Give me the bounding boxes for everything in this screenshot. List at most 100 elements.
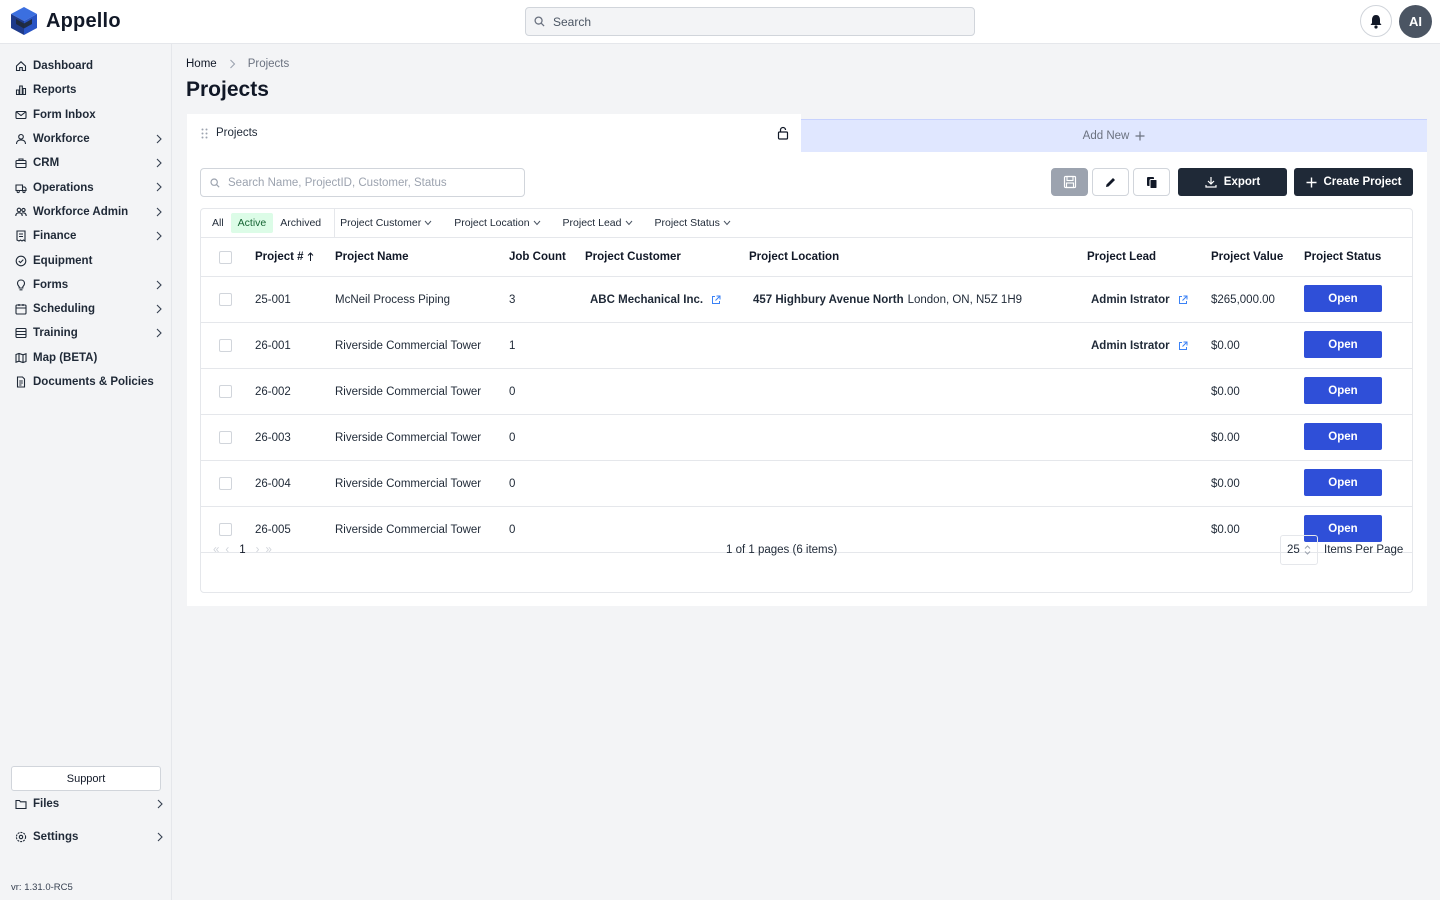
- filter-project-lead[interactable]: Project Lead: [563, 217, 633, 229]
- cell-project-customer[interactable]: ABC Mechanical Inc.: [590, 277, 721, 322]
- status-open-button[interactable]: Open: [1304, 377, 1382, 404]
- sidebar-item-crm[interactable]: CRM: [0, 151, 171, 175]
- book-icon: [15, 328, 27, 339]
- sidebar-item-workforce[interactable]: Workforce: [0, 127, 171, 151]
- global-search-input[interactable]: [553, 14, 953, 29]
- column-header-project-status[interactable]: Project Status: [1304, 251, 1381, 263]
- items-per-page-value: 25: [1287, 544, 1300, 556]
- sidebar-item-dashboard[interactable]: Dashboard: [0, 54, 171, 78]
- external-link-icon[interactable]: [1178, 341, 1188, 351]
- cell-project-name: McNeil Process Piping: [335, 293, 451, 306]
- column-header-project-lead[interactable]: Project Lead: [1087, 251, 1156, 263]
- row-checkbox[interactable]: [219, 339, 232, 352]
- sidebar-item-finance[interactable]: Finance: [0, 224, 171, 248]
- column-header-project-name[interactable]: Project Name: [335, 251, 409, 263]
- page-number[interactable]: 1: [239, 544, 245, 556]
- sidebar-item-forms[interactable]: Forms: [0, 273, 171, 297]
- sidebar-item-scheduling[interactable]: Scheduling: [0, 297, 171, 321]
- status-open-button[interactable]: Open: [1304, 331, 1382, 358]
- breadcrumb-home[interactable]: Home: [186, 58, 217, 70]
- user-avatar[interactable]: AI: [1399, 5, 1432, 38]
- customer-link[interactable]: ABC Mechanical Inc.: [590, 294, 703, 306]
- bell-icon: [1370, 14, 1382, 29]
- support-button[interactable]: Support: [11, 766, 161, 791]
- external-link-icon[interactable]: [711, 295, 721, 305]
- briefcase-icon: [15, 158, 27, 169]
- cell-project-lead[interactable]: Admin Istrator: [1091, 277, 1188, 322]
- sidebar-item-documents-policies[interactable]: Documents & Policies: [0, 370, 171, 394]
- sidebar-item-label: Training: [33, 327, 78, 340]
- status-open-button[interactable]: Open: [1304, 469, 1382, 496]
- sidebar-item-map-beta[interactable]: Map (BETA): [0, 346, 171, 370]
- filter-archived[interactable]: Archived: [273, 209, 328, 238]
- app-logo[interactable]: Appello: [10, 6, 121, 36]
- export-label: Export: [1223, 176, 1261, 188]
- items-per-page-select[interactable]: 25: [1280, 535, 1318, 565]
- row-checkbox[interactable]: [219, 293, 232, 306]
- select-all-checkbox[interactable]: [219, 251, 232, 264]
- export-button[interactable]: Export: [1178, 168, 1287, 196]
- table-row[interactable]: 26-001 Riverside Commercial Tower 1 Admin I…: [201, 323, 1412, 369]
- column-header-project-customer[interactable]: Project Customer: [585, 251, 681, 263]
- plus-icon: [1135, 131, 1145, 141]
- grid-search-input[interactable]: [228, 176, 518, 189]
- cell-project-name: Riverside Commercial Tower: [335, 339, 482, 352]
- sidebar-item-workforce-admin[interactable]: Workforce Admin: [0, 200, 171, 224]
- sidebar-item-form-inbox[interactable]: Form Inbox: [0, 103, 171, 127]
- filter-active[interactable]: Active: [230, 213, 274, 233]
- sidebar-item-equipment[interactable]: Equipment: [0, 248, 171, 272]
- chevron-right-icon: [156, 158, 162, 168]
- filter-label: Project Status: [654, 217, 720, 229]
- add-new-tab-button[interactable]: Add New: [801, 119, 1427, 152]
- save-view-button[interactable]: [1051, 168, 1088, 196]
- prev-page-icon[interactable]: ‹: [225, 544, 229, 556]
- projects-panel: Export Create Project All Active Archive…: [187, 152, 1427, 606]
- table-row[interactable]: 26-002 Riverside Commercial Tower 0 $0.00 Op…: [201, 369, 1412, 415]
- cell-project-number: 26-002: [255, 385, 291, 398]
- filter-project-status[interactable]: Project Status: [655, 217, 731, 229]
- status-open-button[interactable]: Open: [1304, 285, 1382, 312]
- first-page-icon[interactable]: «: [213, 544, 219, 556]
- last-page-icon[interactable]: »: [266, 544, 272, 556]
- column-header-project-value[interactable]: Project Value: [1211, 251, 1283, 263]
- filter-project-customer[interactable]: Project Customer: [340, 217, 432, 229]
- global-search[interactable]: [525, 7, 975, 36]
- grid-search[interactable]: [200, 168, 525, 197]
- column-header-job-count[interactable]: Job Count: [509, 251, 566, 263]
- filter-project-location[interactable]: Project Location: [454, 217, 540, 229]
- lead-link[interactable]: Admin Istrator: [1091, 294, 1170, 306]
- sidebar-item-reports[interactable]: Reports: [0, 78, 171, 102]
- chevron-right-icon: [157, 832, 163, 842]
- filter-all[interactable]: All: [205, 209, 231, 238]
- cell-project-number: 26-001: [255, 339, 291, 352]
- sidebar-item-settings[interactable]: Settings: [0, 825, 172, 849]
- next-page-icon[interactable]: ›: [256, 544, 260, 556]
- external-link-icon[interactable]: [1178, 295, 1188, 305]
- row-checkbox[interactable]: [219, 431, 232, 444]
- download-icon: [1205, 177, 1217, 188]
- copy-view-button[interactable]: [1133, 168, 1170, 196]
- lead-link[interactable]: Admin Istrator: [1091, 340, 1170, 352]
- filter-bar: All Active Archived Project Customer Pro…: [201, 208, 1412, 238]
- status-open-button[interactable]: Open: [1304, 423, 1382, 450]
- table-row[interactable]: 26-004 Riverside Commercial Tower 0 $0.00 Op…: [201, 461, 1412, 507]
- column-header-project-number[interactable]: Project #: [255, 251, 314, 263]
- chevron-right-icon: [156, 134, 162, 144]
- edit-view-button[interactable]: [1092, 168, 1129, 196]
- column-header-project-location[interactable]: Project Location: [749, 251, 839, 263]
- sidebar-item-label: Dashboard: [33, 60, 94, 73]
- tab-projects[interactable]: Projects: [187, 114, 801, 152]
- cell-project-lead[interactable]: Admin Istrator: [1091, 323, 1188, 368]
- lock-icon[interactable]: [777, 126, 789, 140]
- sidebar-item-files[interactable]: Files: [0, 792, 172, 816]
- table-row[interactable]: 25-001 McNeil Process Piping 3 ABC Mechanic…: [201, 277, 1412, 323]
- notifications-button[interactable]: [1360, 5, 1392, 37]
- drag-handle-icon[interactable]: [201, 128, 208, 139]
- create-project-button[interactable]: Create Project: [1294, 168, 1413, 196]
- row-checkbox[interactable]: [219, 477, 232, 490]
- sidebar-item-training[interactable]: Training: [0, 321, 171, 345]
- sidebar-item-operations[interactable]: Operations: [0, 175, 171, 199]
- chevron-down-icon: [625, 220, 632, 226]
- row-checkbox[interactable]: [219, 385, 232, 398]
- table-row[interactable]: 26-003 Riverside Commercial Tower 0 $0.00 Op…: [201, 415, 1412, 461]
